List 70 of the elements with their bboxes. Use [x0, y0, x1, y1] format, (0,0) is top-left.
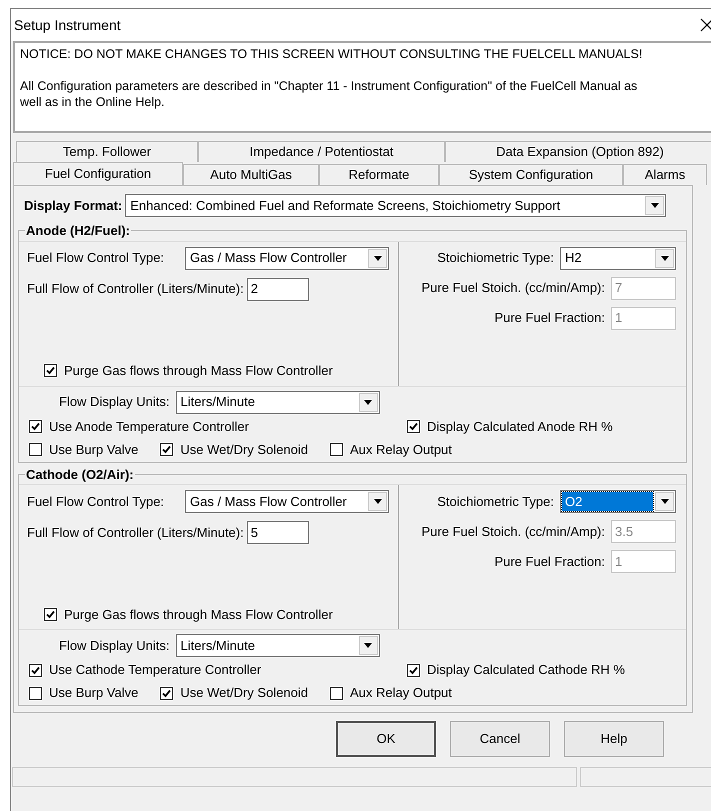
tab[interactable]: Alarms	[623, 164, 707, 185]
field-label: Pure Fuel Fraction:	[494, 552, 605, 571]
checkbox-label: Use Wet/Dry Solenoid	[180, 440, 308, 459]
tab[interactable]: System Configuration	[439, 164, 623, 185]
tab[interactable]: Temp. Follower	[16, 141, 198, 162]
dropdown[interactable]: O2	[560, 490, 676, 513]
section-title: Anode (H2/Fuel):	[25, 222, 131, 240]
checkbox-label: Display Calculated Anode RH %	[427, 418, 613, 436]
dropdown-arrow-icon	[374, 256, 382, 260]
checkbox-label: Aux Relay Output	[350, 684, 452, 702]
field-label: Stoichiometric Type:	[437, 492, 554, 511]
checkbox[interactable]	[330, 686, 344, 700]
text-field[interactable]: 5	[246, 521, 309, 544]
close-icon	[700, 18, 711, 32]
checkbox[interactable]	[330, 443, 344, 456]
dropdown[interactable]: Liters/Minute	[176, 390, 380, 414]
tab[interactable]: Reformate	[319, 164, 439, 185]
checkbox-label: Display Calculated Cathode RH %	[427, 661, 625, 680]
dropdown-arrow-icon	[660, 499, 668, 504]
dropdown[interactable]: Gas / Mass Flow Controller	[185, 246, 389, 270]
section-title: Cathode (O2/Air):	[25, 466, 135, 484]
checkbox-label: Use Cathode Temperature Controller	[49, 661, 262, 680]
field-label: Fuel Flow Control Type:	[27, 249, 164, 268]
notice-text: All Configuration parameters are described in "Chapter 11 - Instrument Configuration" of the FuelCell Manual as well as in the Online Help.	[20, 78, 638, 110]
checkbox-label: Purge Gas flows through Mass Flow Controller	[64, 606, 333, 624]
dropdown[interactable]: Liters/Minute	[176, 634, 380, 657]
checkbox[interactable]	[160, 686, 174, 700]
field-label: Flow Display Units:	[59, 636, 170, 655]
field-label: Pure Fuel Stoich. (cc/min/Amp):	[422, 522, 605, 541]
checkbox[interactable]	[160, 443, 174, 456]
dialog-button[interactable]: OK	[336, 721, 436, 757]
dropdown-arrow-icon	[650, 203, 659, 208]
notice-text: NOTICE: DO NOT MAKE CHANGES TO THIS SCREEN WITHOUT CONSULTING THE FUELCELL MANUALS!	[20, 46, 644, 62]
checkbox[interactable]	[44, 364, 57, 378]
dialog-button[interactable]: Help	[564, 721, 664, 757]
checkbox[interactable]	[407, 664, 420, 676]
window-title: Setup Instrument	[14, 16, 121, 35]
checkbox[interactable]	[29, 420, 42, 433]
dropdown[interactable]: Gas / Mass Flow Controller	[185, 490, 389, 513]
field-label: Full Flow of Controller (Liters/Minute):	[27, 280, 244, 298]
tab[interactable]: Impedance / Potentiostat	[198, 141, 445, 162]
checkbox[interactable]	[44, 608, 57, 621]
field-label: Pure Fuel Stoich. (cc/min/Amp):	[422, 279, 605, 298]
field-label: Stoichiometric Type:	[437, 249, 554, 268]
dialog-button[interactable]: Cancel	[450, 721, 550, 757]
checkbox-label: Use Burp Valve	[49, 440, 138, 459]
checkbox[interactable]	[29, 443, 42, 456]
checkbox[interactable]	[29, 664, 42, 676]
field-label: Flow Display Units:	[59, 393, 170, 412]
tab[interactable]: Auto MultiGas	[183, 164, 319, 185]
checkbox[interactable]	[29, 686, 42, 700]
dropdown[interactable]: H2	[560, 246, 676, 270]
field-label: Fuel Flow Control Type:	[27, 492, 164, 511]
field-label: Display Format:	[24, 196, 122, 215]
field-label: Pure Fuel Fraction:	[494, 309, 605, 328]
dropdown[interactable]: Enhanced: Combined Fuel and Reformate Screens, Stoichiometry Support	[125, 194, 666, 217]
checkbox-label: Aux Relay Output	[350, 440, 452, 459]
field-label: Full Flow of Controller (Liters/Minute):	[27, 524, 244, 542]
dropdown-arrow-icon	[660, 256, 668, 260]
dropdown-arrow-icon	[374, 499, 382, 504]
tab[interactable]: Data Expansion (Option 892)	[445, 141, 711, 162]
checkbox-label: Use Wet/Dry Solenoid	[180, 684, 308, 702]
checkbox-label: Use Anode Temperature Controller	[49, 418, 249, 436]
checkbox-label: Purge Gas flows through Mass Flow Controller	[64, 362, 333, 380]
tab[interactable]: Fuel Configuration	[13, 162, 183, 185]
checkbox-label: Use Burp Valve	[49, 684, 138, 702]
dropdown-arrow-icon	[364, 643, 372, 648]
dropdown-arrow-icon	[364, 400, 372, 404]
checkbox[interactable]	[407, 420, 420, 433]
text-field[interactable]: 2	[246, 278, 309, 300]
